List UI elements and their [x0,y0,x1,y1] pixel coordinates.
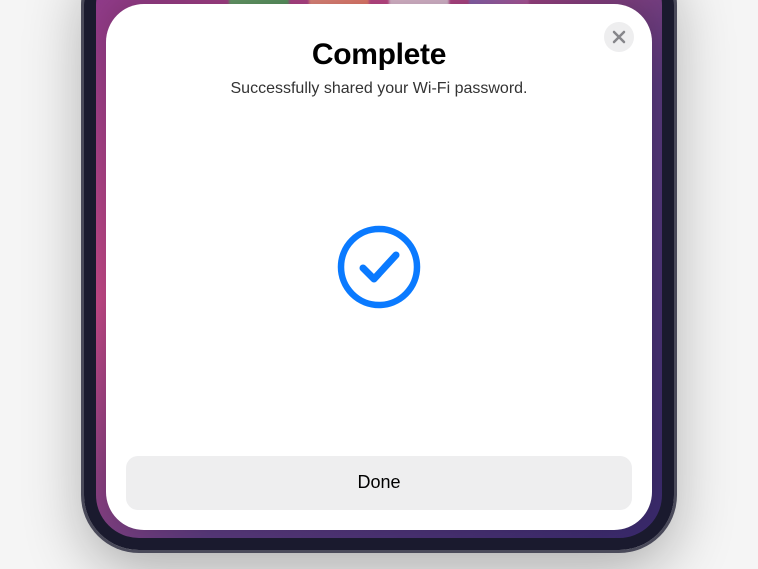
share-complete-modal: Complete Successfully shared your Wi-Fi … [106,4,652,530]
checkmark-circle-icon [336,224,422,310]
close-button[interactable] [604,22,634,52]
success-indicator [336,78,422,456]
done-button[interactable]: Done [126,456,632,510]
phone-frame: Complete Successfully shared your Wi-Fi … [84,0,674,550]
modal-title: Complete [312,38,446,72]
close-icon [612,30,626,44]
